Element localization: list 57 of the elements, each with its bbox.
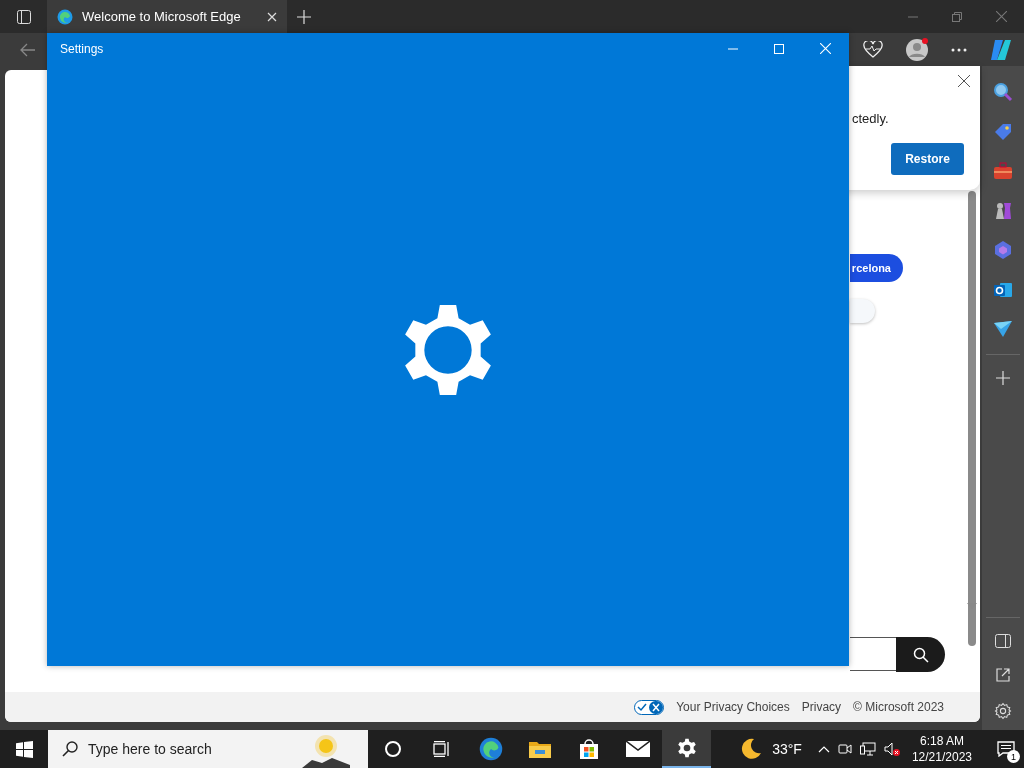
- clock-time[interactable]: 6:18 AM: [919, 733, 964, 749]
- privacy-toggle-icon[interactable]: [634, 699, 665, 715]
- taskbar-search-field[interactable]: Type here to search: [48, 730, 368, 768]
- more-icon[interactable]: [951, 47, 967, 52]
- shopping-bag-icon: [578, 739, 599, 759]
- muted-speaker-icon[interactable]: [883, 742, 900, 756]
- restore-button[interactable]: Restore: [891, 143, 964, 175]
- settings-icon: [676, 738, 697, 758]
- footer-link[interactable]: © Microsoft 2023: [853, 700, 944, 714]
- tab-actions-icon[interactable]: [16, 8, 32, 25]
- external-link-icon[interactable]: [996, 668, 1010, 682]
- browser-tab[interactable]: Welcome to Microsoft Edge: [47, 0, 287, 33]
- profile-avatar-icon[interactable]: [905, 37, 929, 62]
- maximize-icon[interactable]: [774, 43, 784, 54]
- envelope-icon: [625, 741, 650, 757]
- tag-icon[interactable]: [993, 122, 1013, 142]
- task-view-icon: [432, 741, 451, 757]
- clock-date[interactable]: 12/21/2023: [911, 749, 972, 765]
- search-icon[interactable]: [993, 82, 1013, 102]
- folder-icon: [528, 740, 551, 758]
- start-windows-icon[interactable]: [16, 740, 33, 758]
- sunny-hills-icon: [302, 732, 350, 768]
- split-panel-icon[interactable]: [995, 634, 1011, 648]
- edge-logo-icon: [57, 8, 73, 25]
- close-icon[interactable]: [958, 75, 970, 87]
- copilot-icon[interactable]: [989, 38, 1013, 61]
- search-field[interactable]: [850, 637, 896, 671]
- window-title: Settings: [60, 41, 104, 56]
- weather-temperature[interactable]: 33°F: [772, 741, 802, 757]
- destination-chip[interactable]: rcelona: [850, 254, 903, 282]
- notification-message: ctedly.: [852, 111, 889, 126]
- outlook-icon[interactable]: [993, 280, 1013, 300]
- search-icon: [62, 741, 78, 757]
- search-button[interactable]: [896, 637, 945, 672]
- scrollbar[interactable]: [968, 191, 976, 646]
- footer-link[interactable]: Your Privacy Choices: [676, 700, 790, 714]
- new-tab-icon[interactable]: [297, 9, 311, 24]
- edge-logo-icon: [478, 737, 503, 761]
- toolbox-icon[interactable]: [993, 162, 1013, 180]
- restore-icon[interactable]: [952, 11, 962, 22]
- pill-shape: [850, 299, 875, 323]
- chevron-up-icon[interactable]: [817, 745, 830, 753]
- circle-icon: [383, 740, 402, 758]
- footer-link[interactable]: Privacy: [801, 700, 842, 714]
- meeting-icon[interactable]: [837, 742, 852, 756]
- settings-icon[interactable]: [994, 702, 1012, 720]
- moon-icon: [740, 738, 763, 760]
- notification-count: 1: [1007, 750, 1020, 763]
- paper-plane-icon[interactable]: [993, 320, 1013, 338]
- taskbar-app[interactable]: [662, 730, 711, 768]
- add-icon[interactable]: [996, 371, 1010, 385]
- network-icon[interactable]: [859, 742, 876, 756]
- back-arrow-icon[interactable]: [20, 42, 36, 57]
- chess-pieces-icon[interactable]: [993, 200, 1013, 220]
- hexagon-logo-icon[interactable]: [993, 240, 1013, 260]
- heart-pulse-icon[interactable]: [863, 40, 883, 59]
- search-icon: [912, 646, 929, 663]
